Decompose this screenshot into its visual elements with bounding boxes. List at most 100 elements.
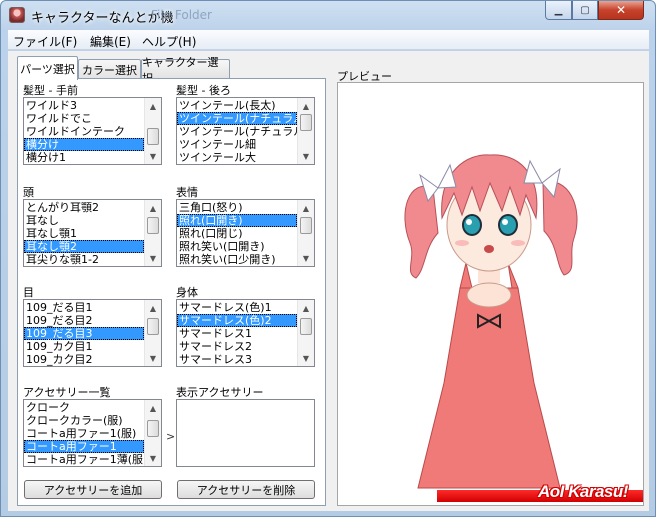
list-item[interactable]: ワイルドでこ [24, 112, 144, 125]
app-icon[interactable] [9, 7, 25, 23]
menu-edit[interactable]: 編集(E) [90, 33, 131, 50]
tab-color[interactable]: カラー選択 [78, 59, 141, 79]
scroll-up-icon[interactable]: ▲ [145, 400, 161, 416]
list-item[interactable]: 耳なし顎1 [24, 227, 144, 240]
minimize-button[interactable]: ▁ [545, 1, 572, 20]
list-item[interactable]: 耳なし [24, 214, 144, 227]
list-item[interactable]: サマードレス1 [177, 327, 297, 340]
eyes-label: 目 [23, 286, 34, 299]
scroll-thumb[interactable] [147, 318, 159, 335]
parts-tab-panel: 髪型 - 手前 ワイルド3 ワイルドでこ ワイルドインテーク 横分け 横分け1 ▲ ▼ … [17, 78, 326, 506]
hair-front-label: 髪型 - 手前 [23, 84, 78, 97]
menu-bar: ファイル(F) 編集(E) ヘルプ(H) [8, 30, 649, 50]
tab-parts[interactable]: パーツ選択 [17, 56, 78, 80]
expression-listbox[interactable]: 三角口(怒り) 照れ(口開き) 照れ(口閉じ) 照れ笑い(口開き) 照れ笑い(口少開き)… [176, 199, 315, 267]
list-item[interactable]: 三角口(怒り) [177, 201, 297, 214]
scroll-down-icon[interactable]: ▼ [145, 250, 161, 266]
title-bar[interactable]: キャラクターなんとか機 File Folder ▁ ▢ ✕ [1, 1, 655, 29]
list-item[interactable]: ワイルドインテーク [24, 125, 144, 138]
list-item[interactable]: 照れ笑い(口開き) [177, 240, 297, 253]
scroll-down-icon[interactable]: ▼ [145, 450, 161, 466]
list-item[interactable]: 109_だる目1 [24, 301, 144, 314]
list-item[interactable]: とんがり耳顎2 [24, 201, 144, 214]
close-button[interactable]: ✕ [598, 1, 644, 20]
accessory-listbox[interactable]: クローク クロークカラー(服) コートa用ファー1(服) コートa用ファー1 コートa用… [23, 399, 162, 467]
app-window: キャラクターなんとか機 File Folder ▁ ▢ ✕ ファイル(F) 編集… [0, 0, 656, 517]
scroll-thumb[interactable] [300, 318, 312, 335]
remove-accessory-button[interactable]: アクセサリーを削除 [177, 480, 315, 499]
list-item[interactable]: サマードレス3 [177, 353, 297, 366]
list-item[interactable]: コートa用ファー1薄(服) [24, 453, 144, 466]
scroll-up-icon[interactable]: ▲ [145, 300, 161, 316]
hair-front-listbox[interactable]: ワイルド3 ワイルドでこ ワイルドインテーク 横分け 横分け1 ▲ ▼ [23, 97, 162, 165]
list-item[interactable]: ツインテール細 [177, 138, 297, 151]
accessory-scrollbar[interactable]: ▲ ▼ [144, 400, 161, 466]
list-item[interactable]: ツインテール(長太) [177, 99, 297, 112]
list-item[interactable]: 109_カク目2 [24, 353, 144, 366]
scroll-thumb[interactable] [300, 114, 312, 131]
list-item[interactable]: 横分け1 [24, 151, 144, 164]
list-item[interactable]: 照れ(口開き) [177, 214, 297, 227]
scroll-down-icon[interactable]: ▼ [145, 350, 161, 366]
menu-file[interactable]: ファイル(F) [13, 33, 77, 50]
scroll-up-icon[interactable]: ▲ [298, 300, 314, 316]
maximize-icon: ▢ [580, 4, 590, 16]
menu-help[interactable]: ヘルプ(H) [142, 33, 196, 50]
shown-accessory-label: 表示アクセサリー [176, 386, 264, 399]
expression-scrollbar[interactable]: ▲ ▼ [297, 200, 314, 266]
shown-accessory-listbox[interactable] [176, 399, 315, 467]
preview-panel: AoI Karasu! [337, 82, 644, 506]
hair-back-listbox[interactable]: ツインテール(長太)ツインテール(ナチュラル2)ツインテール(ナチュラル)ツイン… [176, 97, 315, 165]
accessory-list-label: アクセサリー一覧 [23, 386, 111, 399]
close-icon: ✕ [615, 3, 627, 17]
head-listbox[interactable]: とんがり耳顎2 耳なし 耳なし顎1 耳なし顎2 耳尖りな顎1-2 ▲ ▼ [23, 199, 162, 267]
list-item[interactable]: 109_カク目1 [24, 340, 144, 353]
list-item[interactable]: クロークカラー(服) [24, 414, 144, 427]
body-scrollbar[interactable]: ▲ ▼ [297, 300, 314, 366]
transfer-arrow-icon: > [166, 430, 176, 443]
scroll-thumb[interactable] [147, 217, 159, 234]
scroll-down-icon[interactable]: ▼ [298, 250, 314, 266]
list-item[interactable]: ツインテール(ナチュラル) [177, 125, 297, 138]
hair-front-scrollbar[interactable]: ▲ ▼ [144, 98, 161, 164]
scroll-down-icon[interactable]: ▼ [145, 148, 161, 164]
list-item[interactable]: コートa用ファー1(服) [24, 427, 144, 440]
hair-back-label: 髪型 - 後ろ [176, 84, 231, 97]
scroll-up-icon[interactable]: ▲ [145, 98, 161, 114]
eyes-listbox[interactable]: 109_だる目1 109_だる目2 109_だる目3 109_カク目1 109_カク目2… [23, 299, 162, 367]
expression-label: 表情 [176, 186, 198, 199]
head-scrollbar[interactable]: ▲ ▼ [144, 200, 161, 266]
list-item[interactable]: クローク [24, 401, 144, 414]
character-figure [404, 154, 578, 489]
list-item[interactable]: サマードレス2 [177, 340, 297, 353]
maximize-button[interactable]: ▢ [572, 1, 598, 20]
eyes-scrollbar[interactable]: ▲ ▼ [144, 300, 161, 366]
scroll-thumb[interactable] [147, 420, 159, 437]
scroll-up-icon[interactable]: ▲ [298, 98, 314, 114]
list-item[interactable]: 耳なし顎2 [24, 240, 144, 253]
scroll-down-icon[interactable]: ▼ [298, 148, 314, 164]
scroll-thumb[interactable] [300, 217, 312, 234]
add-accessory-button[interactable]: アクセサリーを追加 [24, 480, 162, 499]
list-item[interactable]: ツインテール(ナチュラル2) [177, 112, 297, 125]
list-item[interactable]: 横分け [24, 138, 144, 151]
scroll-thumb[interactable] [147, 128, 159, 145]
list-item[interactable]: ワイルド3 [24, 99, 144, 112]
tab-character[interactable]: キャラクター選択 [141, 56, 230, 85]
body-listbox[interactable]: サマードレス(色)1 サマードレス(色)2 サマードレス1 サマードレス2 サマードレス… [176, 299, 315, 367]
list-item[interactable]: 109_だる目3 [24, 327, 144, 340]
client-area: パーツ選択 カラー選択 キャラクター選択 髪型 - 手前 ワイルド3ワイルドでこ… [8, 51, 649, 511]
list-item[interactable]: サマードレス(色)2 [177, 314, 297, 327]
list-item[interactable]: 耳尖りな顎1-2 [24, 253, 144, 266]
list-item[interactable]: ツインテール大 [177, 151, 297, 164]
list-item[interactable]: 照れ笑い(口少開き) [177, 253, 297, 266]
scroll-up-icon[interactable]: ▲ [145, 200, 161, 216]
list-item[interactable]: 照れ(口閉じ) [177, 227, 297, 240]
list-item[interactable]: サマードレス(色)1 [177, 301, 297, 314]
minimize-icon: ▁ [554, 4, 563, 16]
hair-back-scrollbar[interactable]: ▲ ▼ [297, 98, 314, 164]
list-item[interactable]: コートa用ファー1 [24, 440, 144, 453]
list-item[interactable]: 109_だる目2 [24, 314, 144, 327]
scroll-up-icon[interactable]: ▲ [298, 200, 314, 216]
scroll-down-icon[interactable]: ▼ [298, 350, 314, 366]
